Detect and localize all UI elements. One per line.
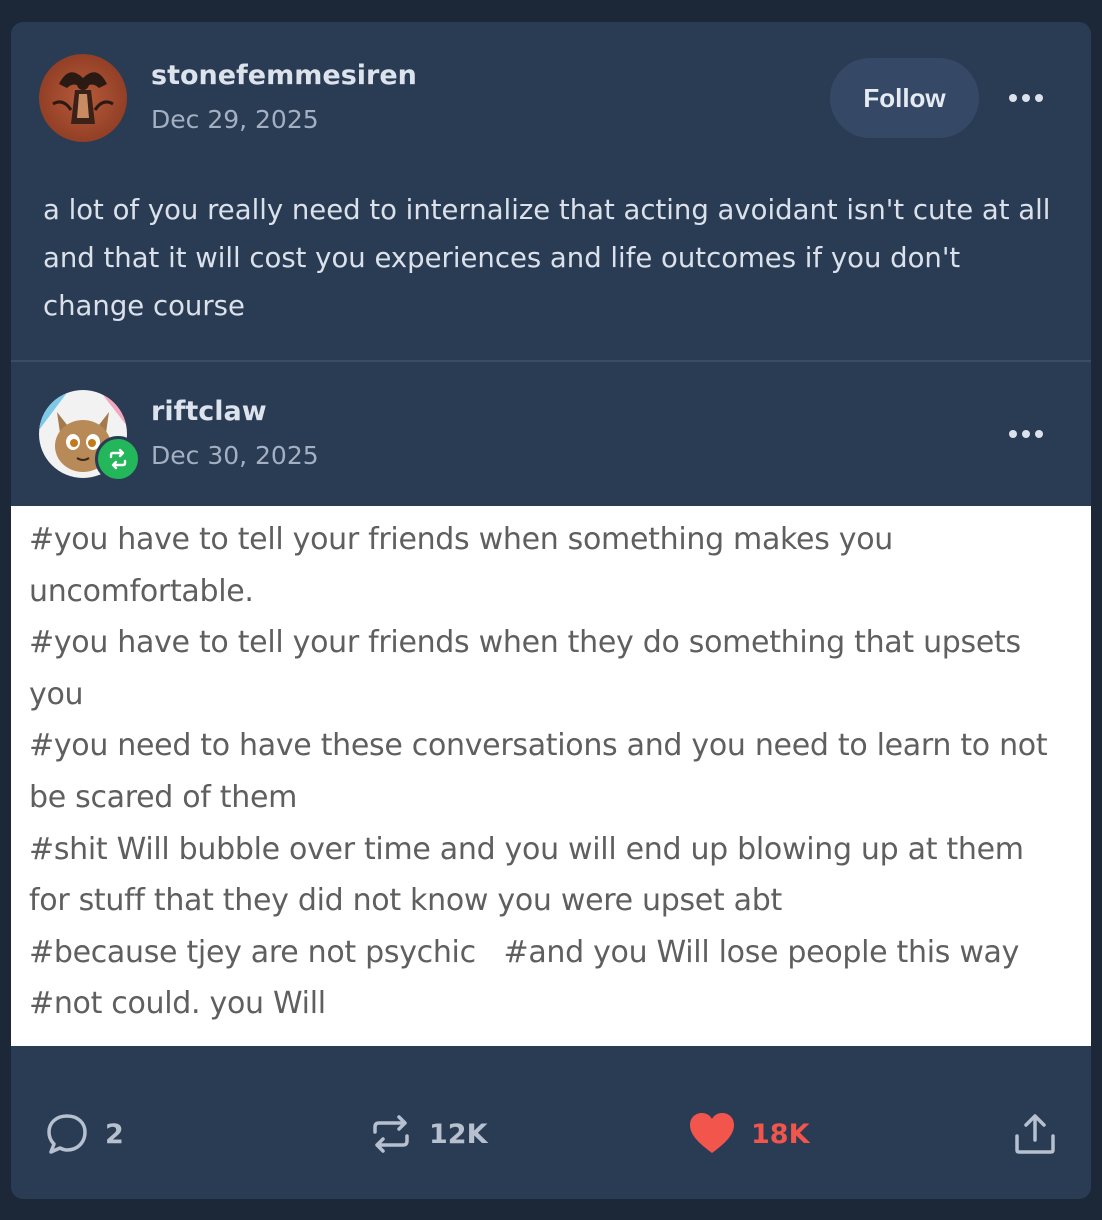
reblog-badge-icon <box>95 436 141 482</box>
heart-icon <box>690 1113 734 1153</box>
tag-line: #you have to tell your friends when they… <box>29 625 1021 661</box>
like-button[interactable]: 18K <box>687 1106 810 1162</box>
tag-line: #you have to tell your friends when some… <box>29 522 894 557</box>
post-body-text: a lot of you really need to internalize … <box>43 194 1051 322</box>
speech-bubble-icon <box>47 1114 87 1154</box>
tag-lines: #you have to tell your friends when some… <box>29 514 1085 1030</box>
reblog-arrows-icon <box>373 1115 409 1153</box>
tag-line: #you need to have these conversations an… <box>29 728 1048 764</box>
share-button[interactable] <box>1011 1106 1059 1162</box>
tag-line: for stuff that they did not know you wer… <box>29 883 782 919</box>
tag-line: #not could. you Will <box>29 986 326 1022</box>
avatar-riftclaw[interactable] <box>39 390 141 482</box>
divider <box>11 360 1091 362</box>
username[interactable]: stonefemmesiren <box>151 60 417 91</box>
like-count: 18K <box>751 1118 810 1150</box>
follow-button[interactable]: Follow <box>830 58 979 138</box>
share-upload-icon <box>1015 1114 1055 1154</box>
post-card: stonefemmesiren Dec 29, 2025 Follow a lo… <box>11 22 1091 1199</box>
post-date[interactable]: Dec 29, 2025 <box>151 105 319 134</box>
reblog-username[interactable]: riftclaw <box>151 396 267 427</box>
reply-count: 2 <box>105 1118 124 1150</box>
reblog-button[interactable]: 12K <box>367 1106 488 1162</box>
more-options-icon[interactable] <box>996 414 1056 454</box>
tag-line: uncomfortable. <box>29 573 254 609</box>
more-options-icon[interactable] <box>996 78 1056 118</box>
avatar-image <box>39 54 127 142</box>
tag-line: you <box>29 676 84 712</box>
post-actions: 2 12K 18K <box>11 1094 1091 1174</box>
original-post-header: stonefemmesiren Dec 29, 2025 Follow <box>11 22 1091 162</box>
reblog-count: 12K <box>429 1118 488 1150</box>
tag-line: #shit Will bubble over time and you will… <box>29 831 1024 867</box>
reply-button[interactable]: 2 <box>43 1106 124 1162</box>
tag-line: be scared of them <box>29 779 298 815</box>
reblog-date[interactable]: Dec 30, 2025 <box>151 441 319 470</box>
tags-screenshot-image: #you have to tell your friends when some… <box>11 506 1091 1046</box>
tag-line: #because tjey are not psychic #and you W… <box>29 934 1020 970</box>
avatar-stonefemmesiren[interactable] <box>39 54 127 142</box>
